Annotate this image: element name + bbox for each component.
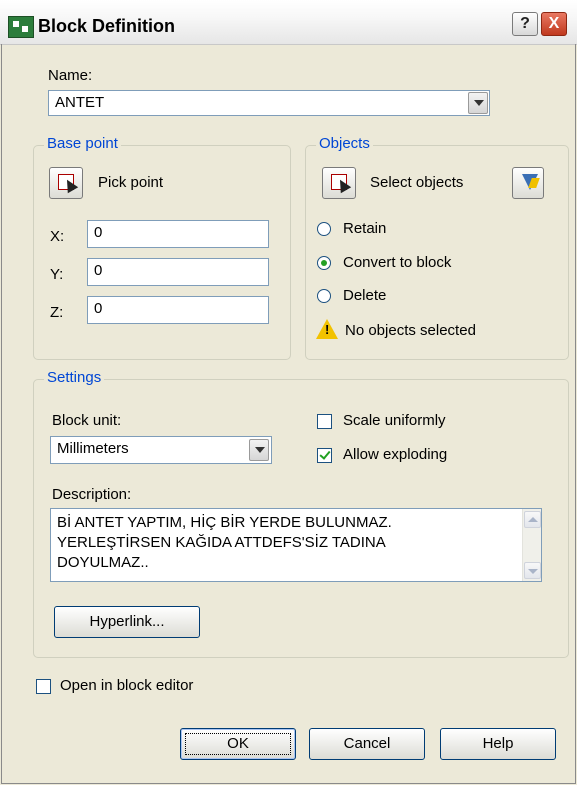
settings-legend: Settings <box>44 369 105 386</box>
title-bar: Block Definition ? X <box>0 0 577 45</box>
name-value: ANTET <box>55 94 105 111</box>
z-value: 0 <box>94 300 103 317</box>
y-label: Y: <box>50 266 64 283</box>
scale-uniformly-label[interactable]: Scale uniformly <box>343 412 446 429</box>
help-button[interactable]: Help <box>440 728 556 760</box>
selection-status: No objects selected <box>345 322 476 339</box>
description-label: Description: <box>52 486 132 503</box>
pick-point-button[interactable] <box>49 167 83 199</box>
delete-label[interactable]: Delete <box>343 287 386 304</box>
convert-to-block-label[interactable]: Convert to block <box>343 254 451 271</box>
warning-exclamation-icon: ! <box>325 322 330 337</box>
scale-uniformly-checkbox[interactable] <box>317 414 332 429</box>
open-in-block-editor-checkbox[interactable] <box>36 679 51 694</box>
select-objects-label: Select objects <box>370 174 464 191</box>
delete-radio[interactable] <box>317 289 331 303</box>
block-unit-select[interactable]: Millimeters <box>50 436 272 464</box>
objects-legend: Objects <box>316 135 373 152</box>
name-label-text: Name: <box>48 67 93 84</box>
z-label: Z: <box>50 304 64 321</box>
retain-radio[interactable] <box>317 222 331 236</box>
x-label: X: <box>50 228 65 245</box>
focus-rectangle <box>185 733 291 755</box>
retain-label[interactable]: Retain <box>343 220 386 237</box>
block-definition-app-icon <box>8 16 34 38</box>
quick-select-button[interactable] <box>512 167 544 199</box>
title-help-button[interactable]: ? <box>512 12 538 36</box>
scroll-up-icon[interactable] <box>524 511 541 528</box>
hyperlink-button-label: Hyperlink... <box>89 613 165 630</box>
scroll-down-icon[interactable] <box>524 562 541 579</box>
description-line: DOYULMAZ.. <box>57 554 149 571</box>
cancel-button-label: Cancel <box>343 735 391 752</box>
ok-button[interactable]: OK <box>180 728 296 760</box>
x-value: 0 <box>94 224 103 241</box>
close-button[interactable]: X <box>541 12 567 36</box>
y-coordinate-field[interactable]: 0 <box>87 258 269 286</box>
block-unit-label: Block unit: <box>52 412 122 429</box>
allow-exploding-checkbox[interactable] <box>317 448 332 463</box>
lightning-icon <box>528 178 540 188</box>
description-line: Bİ ANTET YAPTIM, HİÇ BİR YERDE BULUNMAZ. <box>57 514 392 531</box>
help-button-label: Help <box>482 735 514 752</box>
z-coordinate-field[interactable]: 0 <box>87 296 269 324</box>
name-combobox[interactable]: ANTET <box>48 90 490 116</box>
x-coordinate-field[interactable]: 0 <box>87 220 269 248</box>
convert-to-block-radio[interactable] <box>317 256 331 270</box>
open-in-block-editor-label[interactable]: Open in block editor <box>60 677 193 694</box>
y-value: 0 <box>94 262 103 279</box>
window-title: Block Definition <box>38 16 176 36</box>
block-unit-chevron-down-icon[interactable] <box>249 439 269 461</box>
cancel-button[interactable]: Cancel <box>309 728 425 760</box>
description-textarea[interactable]: Bİ ANTET YAPTIM, HİÇ BİR YERDE BULUNMAZ.… <box>50 508 542 582</box>
name-dropdown-chevron-down-icon[interactable] <box>468 92 488 114</box>
hyperlink-button[interactable]: Hyperlink... <box>54 606 200 638</box>
description-line: YERLEŞTİRSEN KAĞIDA ATTDEFS'SİZ TADINA <box>57 534 386 551</box>
pick-point-label: Pick point <box>98 174 164 191</box>
description-scrollbar[interactable] <box>522 509 541 581</box>
select-objects-button[interactable] <box>322 167 356 199</box>
block-unit-value: Millimeters <box>57 440 129 457</box>
name-label: Name: <box>48 67 92 84</box>
allow-exploding-label[interactable]: Allow exploding <box>343 446 447 463</box>
base-point-legend: Base point <box>44 135 121 152</box>
